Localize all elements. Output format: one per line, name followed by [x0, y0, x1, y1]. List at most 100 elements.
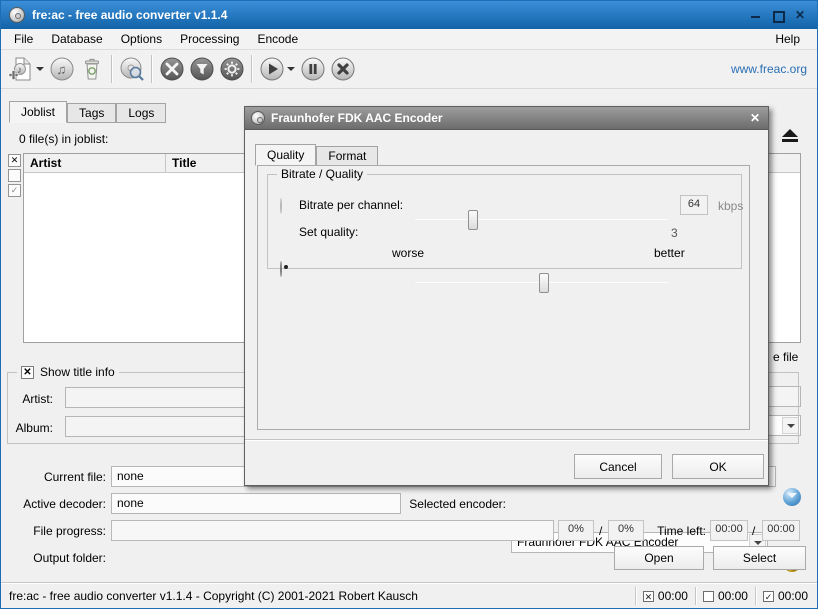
maximize-icon[interactable]: [773, 10, 783, 20]
bitrate-value-box[interactable]: 64: [680, 195, 708, 215]
output-folder-label: Output folder:: [1, 551, 106, 565]
svg-text:♫: ♫: [57, 62, 67, 77]
joblist-count: 0 file(s) in joblist:: [19, 132, 108, 146]
signal-processing-button[interactable]: [187, 54, 217, 84]
artist-field[interactable]: [65, 387, 245, 408]
slider-track: [415, 219, 668, 220]
time-left-total-box: 00:00: [762, 520, 800, 541]
toolbar-separator: [251, 55, 253, 83]
select-none-button[interactable]: [8, 169, 21, 182]
encoder-settings-button[interactable]: [217, 54, 247, 84]
dialog-title-bar: Fraunhofer FDK AAC Encoder ✕: [245, 107, 768, 130]
tab-tags[interactable]: Tags: [67, 103, 116, 123]
window-title: fre:ac - free audio converter v1.1.4: [32, 8, 227, 22]
dialog-separator: [245, 439, 768, 441]
freac-logo-icon: [9, 7, 25, 23]
time-value: 00:00: [718, 589, 748, 603]
select-all-button[interactable]: ✕: [8, 154, 21, 167]
general-settings-button[interactable]: [157, 54, 187, 84]
menu-help[interactable]: Help: [766, 29, 809, 49]
menu-database[interactable]: Database: [42, 29, 111, 49]
toolbar-separator: [151, 55, 153, 83]
checked-x-icon: ✕: [643, 591, 654, 602]
time-left-file-box: 00:00: [710, 520, 748, 541]
active-decoder-label: Active decoder:: [1, 497, 106, 511]
menu-processing[interactable]: Processing: [171, 29, 248, 49]
clear-joblist-button[interactable]: [77, 54, 107, 84]
minimize-icon[interactable]: [751, 10, 761, 20]
current-file-label: Current file:: [1, 470, 106, 484]
dialog-close-icon[interactable]: ✕: [750, 111, 760, 125]
group-title: Bitrate / Quality: [277, 167, 367, 181]
quality-slider: [415, 272, 668, 294]
partial-label: e file: [773, 350, 803, 364]
stop-encoding-button[interactable]: [328, 54, 358, 84]
file-percent-box: 0%: [558, 520, 594, 541]
main-tabs: Joblist Tags Logs: [9, 101, 166, 123]
eject-icon[interactable]: [782, 129, 798, 142]
rip-audio-cd-button[interactable]: ♫: [47, 54, 77, 84]
processing-status-icon[interactable]: [783, 488, 801, 506]
tab-format[interactable]: Format: [316, 146, 378, 166]
open-folder-button[interactable]: Open: [614, 546, 704, 570]
tab-quality[interactable]: Quality: [255, 144, 316, 166]
album-label: Album:: [1, 421, 53, 435]
bitrate-unit: kbps: [718, 199, 743, 213]
quality-radio[interactable]: [280, 261, 282, 277]
slash: /: [752, 524, 755, 538]
freac-website-link[interactable]: www.freac.org: [731, 62, 807, 76]
freac-logo-icon: [251, 111, 265, 125]
dialog-title: Fraunhofer FDK AAC Encoder: [271, 111, 443, 125]
checked-icon: ✓: [763, 591, 774, 602]
status-cell-total: ✓ 00:00: [755, 587, 815, 605]
selected-encoder-label: Selected encoder:: [401, 497, 506, 511]
pause-encoding-button[interactable]: [298, 54, 328, 84]
active-decoder-field: none: [111, 493, 401, 514]
unchecked-icon: [703, 591, 714, 602]
column-artist: Artist: [24, 154, 166, 172]
start-encoding-dropdown-icon[interactable]: [287, 67, 295, 71]
add-files-dropdown-icon[interactable]: [36, 67, 44, 71]
status-cell-selected: ✕ 00:00: [635, 587, 695, 605]
toolbar: ♪ ♫: [1, 50, 817, 89]
menu-options[interactable]: Options: [112, 29, 171, 49]
close-icon[interactable]: ✕: [795, 10, 805, 20]
show-title-info-label: Show title info: [40, 365, 115, 379]
menu-bar: File Database Options Processing Encode …: [1, 29, 817, 50]
artist-label: Artist:: [1, 392, 53, 406]
show-title-info-checkbox[interactable]: ✕: [21, 366, 34, 379]
quality-value: 3: [671, 226, 678, 240]
cancel-button[interactable]: Cancel: [574, 454, 662, 479]
album-field[interactable]: [65, 416, 245, 437]
scale-worse-label: worse: [392, 246, 424, 260]
scale-better-label: better: [654, 246, 685, 260]
file-progress-bar: [111, 520, 554, 541]
menu-file[interactable]: File: [5, 29, 42, 49]
quality-slider-thumb[interactable]: [539, 273, 549, 293]
bitrate-slider-thumb[interactable]: [468, 210, 478, 230]
encoder-dialog: Fraunhofer FDK AAC Encoder ✕ Quality For…: [244, 106, 769, 486]
tab-logs[interactable]: Logs: [116, 103, 166, 123]
bitrate-slider: [415, 209, 668, 231]
bitrate-radio[interactable]: [280, 198, 282, 214]
dialog-tabs: Quality Format: [255, 144, 378, 166]
tab-joblist[interactable]: Joblist: [9, 101, 67, 123]
toolbar-separator: [111, 55, 113, 83]
slash: /: [599, 524, 602, 538]
file-progress-label: File progress:: [1, 524, 106, 538]
title-bar: fre:ac - free audio converter v1.1.4 ✕: [1, 1, 817, 29]
cddb-query-button[interactable]: [117, 54, 147, 84]
time-value: 00:00: [778, 589, 808, 603]
status-cell-unselected: 00:00: [695, 587, 755, 605]
menu-encode[interactable]: Encode: [248, 29, 307, 49]
toggle-selection-button[interactable]: ✓: [8, 184, 21, 197]
app-window: fre:ac - free audio converter v1.1.4 ✕ F…: [0, 0, 818, 609]
add-files-button[interactable]: ♪: [6, 54, 36, 84]
status-text: fre:ac - free audio converter v1.1.4 - C…: [9, 589, 418, 603]
select-folder-button[interactable]: Select: [713, 546, 806, 570]
ok-button[interactable]: OK: [672, 454, 764, 479]
start-encoding-button[interactable]: [257, 54, 287, 84]
status-bar: fre:ac - free audio converter v1.1.4 - C…: [1, 582, 817, 609]
total-percent-box: 0%: [608, 520, 644, 541]
bitrate-label: Bitrate per channel:: [299, 198, 403, 212]
